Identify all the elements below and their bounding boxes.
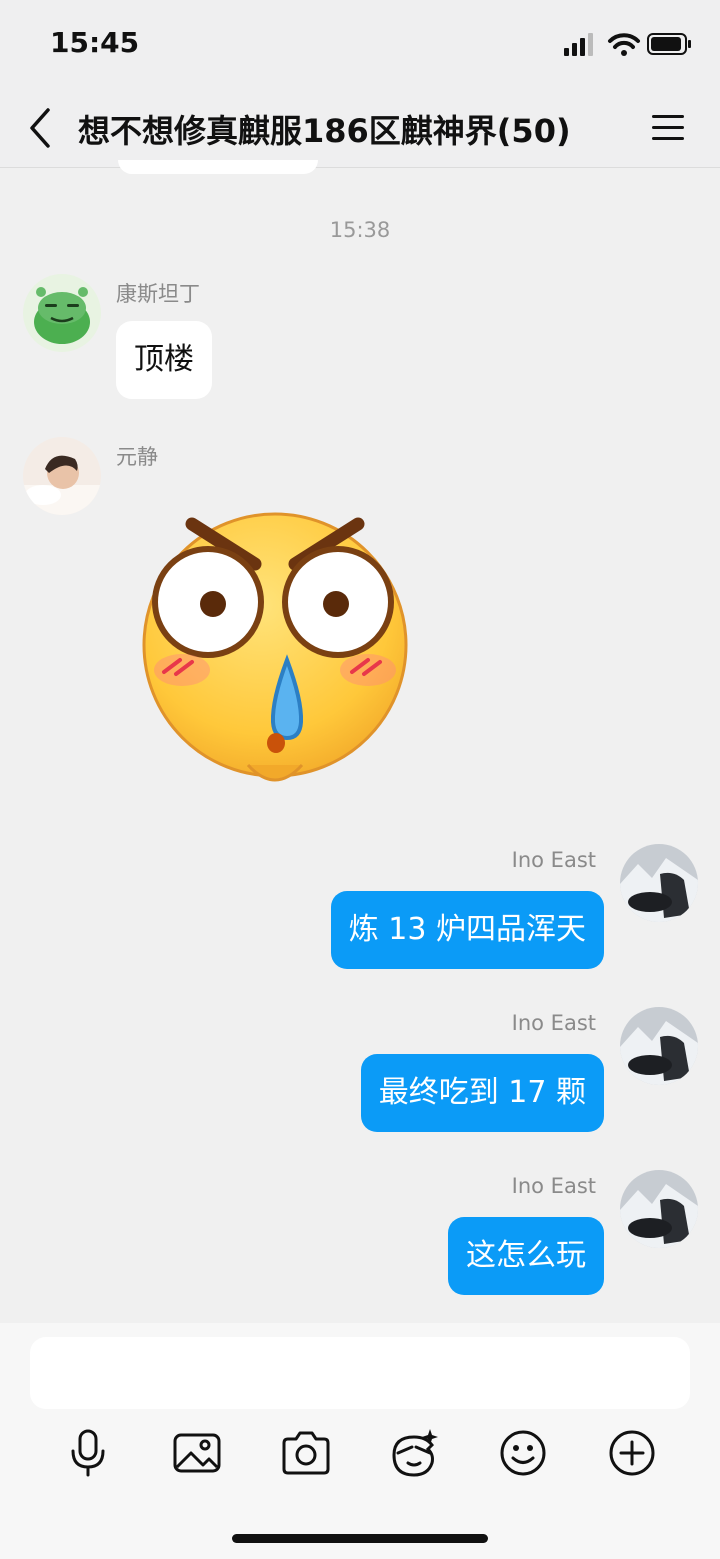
- status-bar: 15:45: [0, 0, 720, 88]
- green-dragon-avatar-image: [23, 274, 101, 352]
- sender-name: Ino East: [511, 848, 596, 872]
- avatar[interactable]: [620, 1170, 698, 1248]
- message-bubble[interactable]: 这怎么玩: [448, 1217, 604, 1295]
- signal-icon: [564, 33, 593, 56]
- nav-bar: 想不想修真麒服186区麒神界(50): [0, 88, 720, 168]
- avatar[interactable]: [620, 844, 698, 922]
- home-indicator[interactable]: [232, 1534, 488, 1543]
- camera-icon[interactable]: [280, 1427, 332, 1479]
- previous-message-edge: [118, 160, 318, 174]
- plus-icon[interactable]: [606, 1427, 658, 1479]
- image-icon[interactable]: [171, 1427, 223, 1479]
- input-area: [0, 1323, 720, 1559]
- wifi-icon: [608, 33, 640, 56]
- person-avatar-image: [23, 437, 101, 515]
- sender-name: Ino East: [511, 1174, 596, 1198]
- status-icons: [564, 33, 691, 56]
- battery-icon: [647, 33, 691, 55]
- snow-photo-avatar-image: [620, 1170, 698, 1248]
- angry-shocked-face-sticker[interactable]: [140, 510, 410, 788]
- emoji-icon[interactable]: [497, 1427, 549, 1479]
- message-bubble[interactable]: 炼 13 炉四品浑天: [330, 891, 604, 969]
- avatar[interactable]: [23, 274, 101, 352]
- back-arrow-icon[interactable]: [22, 106, 58, 150]
- status-time: 15:45: [50, 26, 140, 59]
- message-bubble[interactable]: 最终吃到 17 颗: [360, 1054, 604, 1132]
- microphone-icon[interactable]: [62, 1427, 114, 1479]
- chat-title: 想不想修真麒服186区麒神界(50): [78, 112, 571, 150]
- menu-icon[interactable]: [650, 110, 686, 146]
- avatar[interactable]: [23, 437, 101, 515]
- snow-photo-avatar-image: [620, 1007, 698, 1085]
- sender-name: 元静: [116, 445, 158, 469]
- sender-name: Ino East: [511, 1011, 596, 1035]
- sender-name: 康斯坦丁: [116, 282, 200, 306]
- sticker-face-icon[interactable]: [388, 1427, 440, 1479]
- message-bubble[interactable]: 顶楼: [116, 321, 212, 399]
- message-input[interactable]: [30, 1337, 690, 1409]
- avatar[interactable]: [620, 1007, 698, 1085]
- message-timestamp: 15:38: [329, 218, 391, 242]
- snow-photo-avatar-image: [620, 844, 698, 922]
